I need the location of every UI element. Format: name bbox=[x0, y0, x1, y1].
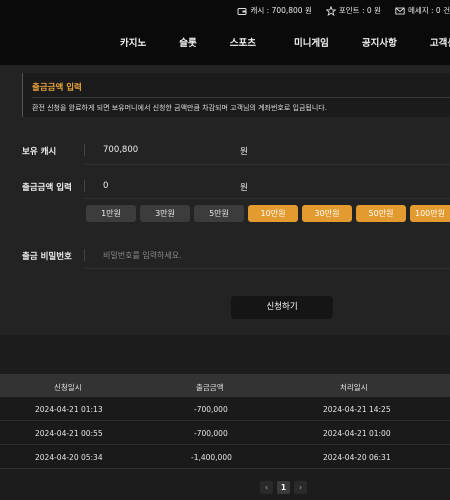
notice-divider bbox=[32, 97, 450, 98]
balance-value: 700,800 bbox=[103, 145, 139, 155]
cash-info[interactable]: 캐시 : 700,800 원 bbox=[237, 5, 312, 16]
column-header-request-time: 신청일시 bbox=[54, 383, 82, 392]
nav-item-casino[interactable]: 카지노 bbox=[120, 35, 146, 49]
password-input[interactable]: 비밀번호를 입력하세요. bbox=[103, 250, 182, 261]
divider bbox=[84, 144, 85, 156]
wallet-icon bbox=[237, 7, 247, 15]
cash-label: 캐시 : 700,800 원 bbox=[250, 6, 312, 15]
star-icon bbox=[325, 5, 336, 16]
point-info[interactable]: 포인트 : 0 원 bbox=[325, 5, 381, 16]
amount-button-1m[interactable]: 100만원 bbox=[410, 205, 450, 222]
envelope-icon bbox=[395, 7, 405, 14]
main-nav: 카지노 슬롯 스포츠 미니게임 공지사항 고객센터 bbox=[120, 35, 450, 49]
user-info-bar: 캐시 : 700,800 원 포인트 : 0 원 메세지 : 0 건 bbox=[237, 5, 450, 16]
balance-unit: 원 bbox=[240, 147, 248, 157]
amount-label: 출금금액 입력 bbox=[22, 183, 72, 193]
processed-time-cell: 2024-04-21 14:25 bbox=[323, 405, 391, 414]
divider bbox=[84, 180, 85, 192]
column-header-amount: 출금금액 bbox=[196, 383, 224, 392]
amount-input[interactable]: 0 bbox=[103, 181, 108, 191]
point-label: 포인트 : 0 원 bbox=[338, 6, 381, 15]
divider bbox=[84, 164, 450, 165]
notice-box: 출금금액 입력 환전 신청을 완료하게 되면 보유머니에서 신청한 금액만큼 차… bbox=[22, 73, 450, 117]
processed-time-cell: 2024-04-21 01:00 bbox=[323, 429, 391, 438]
amount-unit: 원 bbox=[240, 183, 248, 193]
request-time-cell: 2024-04-21 00:55 bbox=[35, 429, 103, 438]
processed-time-cell: 2024-04-20 06:31 bbox=[323, 453, 391, 462]
divider bbox=[84, 249, 85, 261]
withdraw-panel: 출금금액 입력 환전 신청을 완료하게 되면 보유머니에서 신청한 금액만큼 차… bbox=[0, 65, 450, 335]
prev-page-button[interactable]: ‹ bbox=[260, 481, 273, 494]
amount-cell: -700,000 bbox=[194, 429, 228, 438]
divider bbox=[84, 268, 450, 269]
pagination: ‹ 1 › bbox=[260, 481, 307, 494]
amount-cell: -700,000 bbox=[194, 405, 228, 414]
message-label: 메세지 : 0 건 bbox=[407, 6, 450, 15]
column-header-processed-time: 처리일시 bbox=[340, 383, 368, 392]
amount-button-500k[interactable]: 50만원 bbox=[356, 205, 406, 222]
amount-button-50k[interactable]: 5만원 bbox=[194, 205, 244, 222]
balance-label: 보유 캐시 bbox=[22, 147, 57, 157]
nav-item-minigame[interactable]: 미니게임 bbox=[294, 35, 329, 49]
notice-title: 출금금액 입력 bbox=[32, 83, 82, 93]
message-info[interactable]: 메세지 : 0 건 bbox=[395, 5, 450, 16]
password-label: 출금 비밀번호 bbox=[22, 252, 72, 262]
nav-item-notice[interactable]: 공지사항 bbox=[362, 35, 397, 49]
request-time-cell: 2024-04-20 05:34 bbox=[35, 453, 103, 462]
page-number-current[interactable]: 1 bbox=[277, 481, 290, 494]
notice-text: 환전 신청을 완료하게 되면 보유머니에서 신청한 금액만큼 차감되며 고객님의… bbox=[32, 104, 327, 112]
nav-item-slot[interactable]: 슬롯 bbox=[179, 35, 196, 49]
submit-button[interactable]: 신청하기 bbox=[231, 296, 333, 319]
nav-item-sports[interactable]: 스포츠 bbox=[230, 35, 256, 49]
amount-cell: -1,400,000 bbox=[191, 453, 232, 462]
amount-button-10k[interactable]: 1만원 bbox=[86, 205, 136, 222]
request-time-cell: 2024-04-21 01:13 bbox=[35, 405, 103, 414]
top-bar: 캐시 : 700,800 원 포인트 : 0 원 메세지 : 0 건 카지노 슬… bbox=[0, 0, 450, 65]
amount-button-100k[interactable]: 10만원 bbox=[248, 205, 298, 222]
divider bbox=[84, 198, 450, 199]
nav-item-support[interactable]: 고객센터 bbox=[430, 35, 450, 49]
next-page-button[interactable]: › bbox=[294, 481, 307, 494]
amount-button-300k[interactable]: 30만원 bbox=[302, 205, 352, 222]
amount-button-30k[interactable]: 3만원 bbox=[140, 205, 190, 222]
